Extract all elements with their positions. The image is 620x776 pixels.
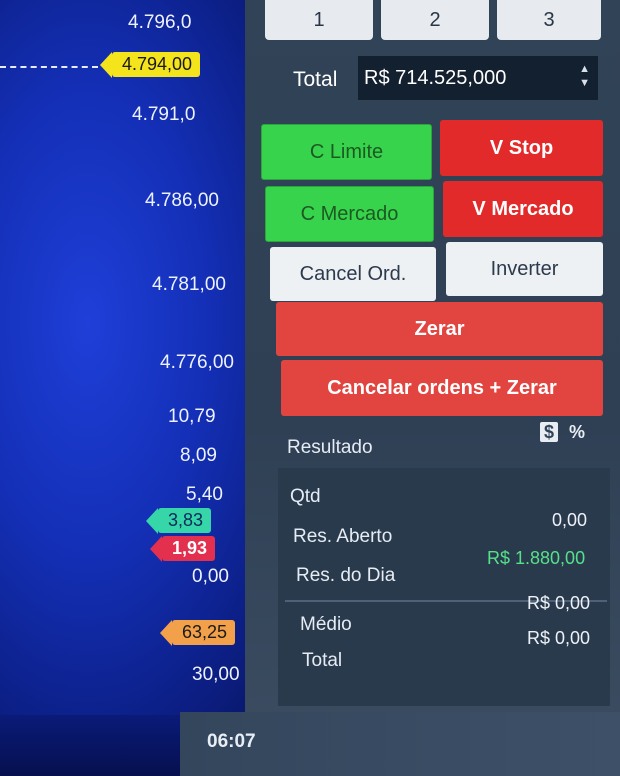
stepper-down-icon[interactable]: ▼ (579, 76, 590, 90)
sell-market-button[interactable]: V Mercado (443, 181, 603, 237)
cancel-orders-button[interactable]: Cancel Ord. (270, 247, 436, 301)
indicator-level-label: 5,40 (186, 484, 223, 505)
position-total-label: Total (302, 650, 343, 671)
invert-position-button[interactable]: Inverter (446, 242, 603, 296)
current-price-tag: 4.794,00 (99, 52, 201, 78)
average-price-label: Médio (300, 614, 352, 635)
price-level-label: 4.796,0 (128, 12, 192, 33)
indicator-level-label: 30,00 (192, 664, 240, 685)
cancel-orders-and-zero-button[interactable]: Cancelar ordens + Zerar (281, 360, 603, 416)
buy-market-button[interactable]: C Mercado (265, 186, 434, 242)
sell-stop-button[interactable]: V Stop (440, 120, 603, 176)
average-price-value: R$ 0,00 (527, 593, 591, 613)
total-input[interactable]: R$ 714.525,000 ▲ ▼ (358, 56, 598, 100)
total-label: Total (293, 68, 338, 91)
quantity-label: Qtd (290, 486, 321, 507)
price-level-label: 4.791,0 (132, 104, 196, 125)
day-result-label: Res. do Dia (296, 565, 396, 586)
quantity-preset-3[interactable]: 3 (497, 0, 601, 40)
result-section-title: Resultado (287, 437, 373, 458)
price-level-label: 4.781,00 (152, 274, 226, 295)
current-price-line (0, 66, 98, 68)
stepper[interactable]: ▲ ▼ (579, 62, 590, 90)
open-result-label: Res. Aberto (293, 526, 393, 547)
price-level-label: 4.776,00 (160, 352, 234, 373)
chart-footer (0, 715, 180, 776)
day-result-value: R$ 1.880,00 (487, 548, 586, 568)
currency-toggle[interactable]: $ (540, 422, 559, 442)
quantity-preset-2[interactable]: 2 (381, 0, 489, 40)
percent-toggle[interactable]: % (569, 422, 585, 442)
stepper-up-icon[interactable]: ▲ (579, 62, 590, 76)
indicator-level-label: 0,00 (192, 566, 229, 587)
indicator-tag-green: 3,83 (145, 508, 212, 534)
total-value: R$ 714.525,000 (364, 66, 507, 89)
result-unit-toggle[interactable]: $ % (540, 422, 585, 443)
price-level-label: 4.786,00 (145, 190, 219, 211)
buy-limit-button[interactable]: C Limite (261, 124, 432, 180)
quantity-preset-1[interactable]: 1 (265, 0, 373, 40)
position-total-value: R$ 0,00 (527, 628, 591, 648)
indicator-level-label: 8,09 (180, 445, 217, 466)
indicator-level-label: 10,79 (168, 406, 216, 427)
open-result-value: 0,00 (552, 510, 588, 530)
zero-position-button[interactable]: Zerar (276, 302, 603, 356)
time-axis-label: 06:07 (207, 731, 256, 752)
indicator-tag-red: 1,93 (149, 536, 216, 562)
indicator-tag-orange: 63,25 (159, 620, 236, 646)
